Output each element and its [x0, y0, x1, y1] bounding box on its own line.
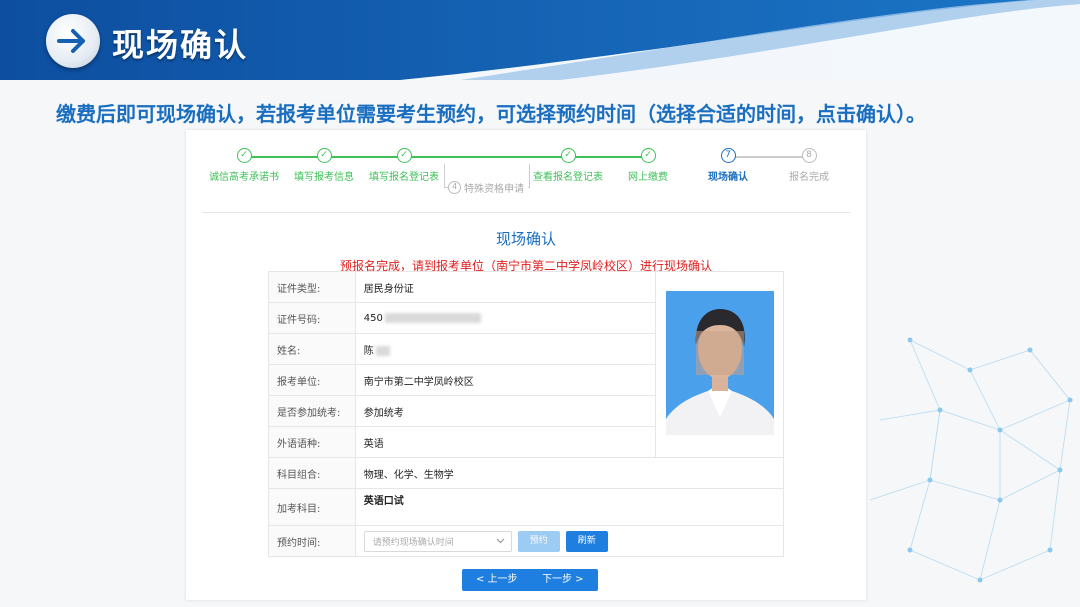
id-number-prefix: 450 — [363, 312, 383, 324]
field-label: 预约时间: — [268, 525, 356, 557]
step-special-qualification: 4 特殊资格申请 — [448, 180, 528, 195]
check-icon: ✓ — [396, 148, 412, 163]
id-number-value: 450 — [354, 302, 657, 334]
select-placeholder: 请预约现场确认时间 — [372, 537, 454, 548]
form-title: 现场确认 — [495, 230, 556, 248]
progress-steps: 4 特殊资格申请 ✓ 诚信高考承诺书 ✓ 填写报考信息 ✓ 填写报名登记表 ✓ … — [186, 130, 866, 210]
step-onsite-confirmation: 7 现场确认 — [683, 148, 773, 183]
step-label: 填写报名登记表 — [369, 172, 439, 183]
step-label: 网上缴费 — [628, 172, 668, 183]
banner-swoosh-decoration — [400, 0, 1080, 80]
redacted-mask — [384, 312, 481, 323]
next-step-button[interactable]: 下一步 > — [528, 569, 598, 591]
check-icon: ✓ — [560, 148, 576, 163]
step-integrity-pledge: ✓ 诚信高考承诺书 — [199, 148, 289, 183]
step-view-registration-form: ✓ 查看报名登记表 — [523, 148, 613, 183]
step-label: 查看报名登记表 — [533, 172, 603, 183]
step-label: 填写报考信息 — [294, 172, 354, 183]
step-number-icon: 8 — [801, 148, 817, 163]
field-label: 加考科目: — [268, 488, 356, 526]
chevron-down-icon — [496, 538, 505, 544]
subjects-value: 物理、化学、生物学 — [354, 457, 785, 489]
check-icon: ✓ — [236, 148, 252, 163]
field-label: 证件号码: — [268, 302, 356, 334]
step-number-icon: 7 — [720, 148, 736, 163]
step-registration-complete: 8 报名完成 — [764, 148, 854, 183]
page-title: 现场确认 — [112, 26, 249, 64]
check-icon: ✓ — [640, 148, 656, 163]
network-decoration — [869, 337, 1073, 583]
language-value: 英语 — [354, 426, 657, 458]
reserve-button[interactable]: 预约 — [517, 530, 560, 552]
info-table: 证件类型: 居民身份证 证件号码: 450 姓名: 陈 报考单位: 南宁市第二中… — [268, 271, 785, 557]
field-label: 是否参加统考: — [268, 395, 356, 427]
field-label: 姓名: — [268, 333, 356, 365]
extra-subject-value: 英语口试 — [354, 488, 785, 526]
step-label: 诚信高考承诺书 — [209, 172, 279, 183]
field-label: 证件类型: — [268, 271, 356, 303]
step-fill-exam-info: ✓ 填写报考信息 — [279, 148, 369, 183]
refresh-button[interactable]: 刷新 — [565, 530, 608, 552]
instruction-text: 缴费后即可现场确认，若报考单位需要考生预约，可选择预约时间（选择合适的时间，点击… — [56, 102, 926, 126]
step-label: 现场确认 — [708, 172, 748, 183]
table-row: 证件类型: 居民身份证 — [268, 271, 784, 458]
appointment-time-select[interactable]: 请预约现场确认时间 — [363, 530, 512, 552]
table-row: 加考科目: 英语口试 — [268, 488, 785, 526]
step-label: 报名完成 — [789, 172, 829, 183]
step-online-payment: ✓ 网上缴费 — [603, 148, 693, 183]
step-number-icon: 4 — [448, 181, 461, 194]
redacted-mask — [375, 345, 390, 356]
unit-value: 南宁市第二中学凤岭校区 — [354, 364, 657, 396]
photo-cell — [655, 271, 784, 458]
step-label: 特殊资格申请 — [464, 184, 524, 195]
prev-step-button[interactable]: < 上一步 — [462, 569, 532, 591]
id-type-value: 居民身份证 — [354, 271, 657, 303]
name-prefix: 陈 — [363, 345, 374, 357]
table-row: 科目组合: 物理、化学、生物学 — [268, 457, 785, 489]
appointment-controls: 请预约现场确认时间 预约 刷新 — [354, 525, 785, 557]
field-label: 外语语种: — [268, 426, 356, 458]
table-row: 预约时间: 请预约现场确认时间 预约 刷新 — [268, 525, 785, 557]
avatar — [665, 291, 774, 435]
check-icon: ✓ — [316, 148, 332, 163]
step-fill-registration-form: ✓ 填写报名登记表 — [359, 148, 449, 183]
field-label: 报考单位: — [268, 364, 356, 396]
divider — [202, 212, 850, 213]
field-label: 科目组合: — [268, 457, 356, 489]
form-panel: 4 特殊资格申请 ✓ 诚信高考承诺书 ✓ 填写报考信息 ✓ 填写报名登记表 ✓ … — [186, 130, 866, 600]
unified-exam-value: 参加统考 — [354, 395, 657, 427]
name-value: 陈 — [354, 333, 657, 365]
arrow-right-icon — [46, 14, 100, 68]
